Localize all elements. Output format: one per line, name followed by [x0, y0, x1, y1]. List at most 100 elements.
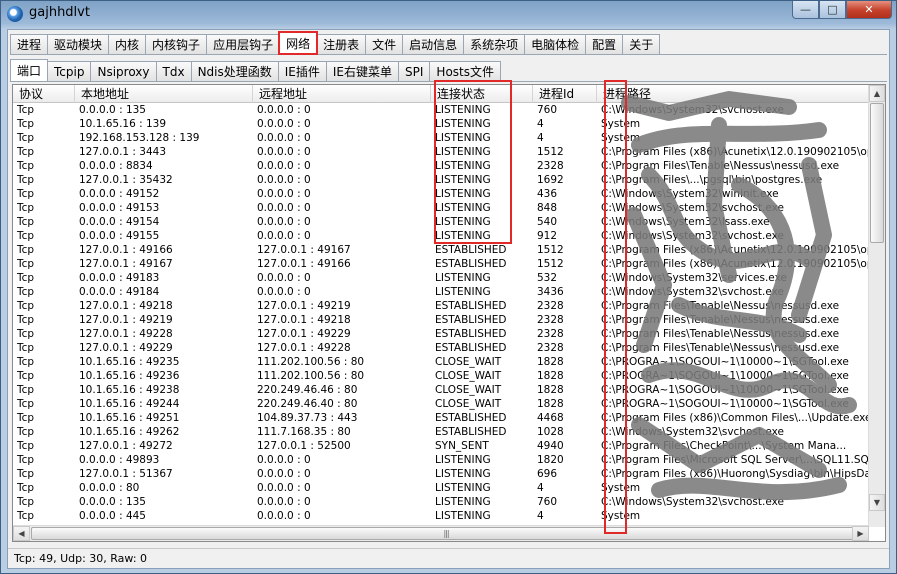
- table-cell: 1828: [537, 398, 564, 410]
- tab-4[interactable]: 应用层钩子: [206, 34, 281, 54]
- vertical-scroll-thumb[interactable]: [870, 103, 884, 243]
- table-row[interactable]: Tcp 10.1.65.16 : 49244 220.249.46.40 : 80 C…: [13, 397, 879, 411]
- table-cell: Tcp: [17, 412, 35, 424]
- table-cell: Tcp: [17, 118, 35, 130]
- table-cell: LISTENING: [435, 482, 491, 494]
- table-cell: ESTABLISHED: [435, 244, 507, 256]
- subtab-4[interactable]: Ndis处理函数: [190, 61, 279, 81]
- table-cell: C:\PROGRA~1\SOGOUI~1\10000~1\SGTool.exe: [601, 384, 849, 396]
- table-cell: Tcp: [17, 188, 35, 200]
- table-cell: Tcp: [17, 328, 35, 340]
- table-cell: LISTENING: [435, 496, 491, 508]
- table-row[interactable]: Tcp 127.0.0.1 : 49167 127.0.0.1 : 49166 EST…: [13, 257, 879, 271]
- scroll-left-icon[interactable]: ◀: [13, 526, 30, 541]
- table-row[interactable]: Tcp 127.0.0.1 : 49229 127.0.0.1 : 49228 EST…: [13, 341, 879, 355]
- table-row[interactable]: Tcp 10.1.65.16 : 139 0.0.0.0 : 0 LISTENING 4…: [13, 117, 879, 131]
- table-row[interactable]: Tcp 0.0.0.0 : 49154 0.0.0.0 : 0 LISTENING 54…: [13, 215, 879, 229]
- vertical-scrollbar[interactable]: ▲ ▼: [868, 85, 885, 527]
- table-cell: ESTABLISHED: [435, 342, 507, 354]
- subtab-8[interactable]: Hosts文件: [429, 61, 501, 81]
- horizontal-scroll-thumb[interactable]: |||: [31, 527, 861, 540]
- maximize-button[interactable]: □: [819, 1, 846, 19]
- subtab-7[interactable]: SPI: [398, 61, 431, 81]
- table-row[interactable]: Tcp 127.0.0.1 : 49219 127.0.0.1 : 49218 EST…: [13, 313, 879, 327]
- table-row[interactable]: Tcp 0.0.0.0 : 49183 0.0.0.0 : 0 LISTENING 53…: [13, 271, 879, 285]
- subtab-2[interactable]: Nsiproxy: [90, 61, 157, 81]
- table-row[interactable]: Tcp 127.0.0.1 : 51367 0.0.0.0 : 0 LISTENING…: [13, 467, 879, 481]
- tab-3[interactable]: 内核钩子: [145, 34, 208, 54]
- table-row[interactable]: Tcp 0.0.0.0 : 445 0.0.0.0 : 0 LISTENING 4 Sys…: [13, 509, 879, 523]
- table-row[interactable]: Tcp 0.0.0.0 : 135 0.0.0.0 : 0 LISTENING 760 C…: [13, 495, 879, 509]
- title-bar[interactable]: gajhhdlvt — □ ✕: [1, 1, 896, 27]
- subtab-3[interactable]: Tdx: [155, 61, 192, 81]
- column-header-0[interactable]: 协议: [13, 85, 75, 103]
- table-cell: 0.0.0.0 : 49184: [79, 286, 160, 298]
- tab-2[interactable]: 内核: [108, 34, 147, 54]
- column-header-4[interactable]: 进程Id: [533, 85, 597, 103]
- table-row[interactable]: Tcp 0.0.0.0 : 49184 0.0.0.0 : 0 LISTENING 34…: [13, 285, 879, 299]
- table-cell: System: [601, 510, 641, 522]
- minimize-button[interactable]: —: [792, 1, 819, 19]
- tab-6[interactable]: 注册表: [316, 34, 367, 54]
- table-row[interactable]: Tcp 0.0.0.0 : 8834 0.0.0.0 : 0 LISTENING 232…: [13, 159, 879, 173]
- column-header-2[interactable]: 远程地址: [253, 85, 431, 103]
- table-cell: 0.0.0.0 : 0: [257, 202, 311, 214]
- close-button[interactable]: ✕: [846, 1, 892, 19]
- table-row[interactable]: Tcp 10.1.65.16 : 49251 104.89.37.73 : 443 E…: [13, 411, 879, 425]
- tab-8[interactable]: 启动信息: [402, 34, 465, 54]
- scroll-down-icon[interactable]: ▼: [869, 494, 885, 511]
- tab-10[interactable]: 电脑体检: [524, 34, 587, 54]
- table-row[interactable]: Tcp 0.0.0.0 : 49152 0.0.0.0 : 0 LISTENING 43…: [13, 187, 879, 201]
- table-row[interactable]: Tcp 10.1.65.16 : 49236 111.202.100.56 : 80…: [13, 369, 879, 383]
- table-cell: LISTENING: [435, 160, 491, 172]
- table-row[interactable]: Tcp 0.0.0.0 : 80 0.0.0.0 : 0 LISTENING 4 Syst…: [13, 481, 879, 495]
- table-cell: Tcp: [17, 454, 35, 466]
- table-row[interactable]: Tcp 0.0.0.0 : 49153 0.0.0.0 : 0 LISTENING 84…: [13, 201, 879, 215]
- table-cell: C:\Program Files\Tenable\Nessus\nessusd.…: [601, 328, 840, 340]
- table-row[interactable]: Tcp 192.168.153.128 : 139 0.0.0.0 : 0 LISTE…: [13, 131, 879, 145]
- tab-12[interactable]: 关于: [622, 34, 661, 54]
- table-row[interactable]: Tcp 127.0.0.1 : 35432 0.0.0.0 : 0 LISTENING…: [13, 173, 879, 187]
- app-icon: [7, 6, 23, 22]
- table-row[interactable]: Tcp 0.0.0.0 : 135 0.0.0.0 : 0 LISTENING 760 C…: [13, 103, 879, 117]
- table-row[interactable]: Tcp 127.0.0.1 : 49218 127.0.0.1 : 49219 EST…: [13, 299, 879, 313]
- subtab-0[interactable]: 端口: [10, 59, 49, 81]
- table-cell: ESTABLISHED: [435, 412, 507, 424]
- table-row[interactable]: Tcp 10.1.65.16 : 49238 220.249.46.46 : 80 C…: [13, 383, 879, 397]
- column-header-5[interactable]: 进程路径: [597, 85, 879, 103]
- table-row[interactable]: Tcp 127.0.0.1 : 49228 127.0.0.1 : 49229 EST…: [13, 327, 879, 341]
- table-cell: C:\Program Files\Microsoft SQL Server\..…: [601, 454, 879, 466]
- scroll-right-icon[interactable]: ▶: [852, 526, 869, 541]
- table-row[interactable]: Tcp 127.0.0.1 : 3443 0.0.0.0 : 0 LISTENING 1…: [13, 145, 879, 159]
- table-cell: 912: [537, 230, 558, 242]
- tab-5[interactable]: 网络: [278, 31, 319, 55]
- table-cell: C:\Program Files\Tenable\Nessus\nessusd.…: [601, 300, 840, 312]
- table-cell: C:\Program Files\Tenable\Nessus\nessusd.…: [601, 314, 840, 326]
- table-cell: 0.0.0.0 : 135: [79, 496, 146, 508]
- tab-0[interactable]: 进程: [10, 34, 49, 54]
- tab-9[interactable]: 系统杂项: [463, 34, 526, 54]
- table-row[interactable]: Tcp 0.0.0.0 : 49155 0.0.0.0 : 0 LISTENING 91…: [13, 229, 879, 243]
- column-header-3[interactable]: 连接状态: [431, 85, 533, 103]
- status-bar: Tcp: 49, Udp: 30, Raw: 0: [8, 548, 889, 568]
- table-cell: C:\PROGRA~1\SOGOUI~1\10000~1\SGTool.exe: [601, 370, 849, 382]
- subtab-1[interactable]: Tcpip: [47, 61, 92, 81]
- main-tab-bar: 进程 驱动模块 内核 内核钩子 应用层钩子 网络 注册表 文件 启动信息 系统杂项 电脑体检 配置 关于: [10, 31, 661, 55]
- horizontal-scrollbar[interactable]: ◀ ||| ▶: [13, 525, 869, 541]
- subtab-6[interactable]: IE右键菜单: [325, 61, 400, 81]
- table-cell: 0.0.0.0 : 49893: [79, 454, 160, 466]
- scroll-up-icon[interactable]: ▲: [869, 85, 885, 102]
- table-cell: Tcp: [17, 482, 35, 494]
- tab-11[interactable]: 配置: [585, 34, 624, 54]
- tab-7[interactable]: 文件: [365, 34, 404, 54]
- column-header-1[interactable]: 本地地址: [75, 85, 253, 103]
- table-row[interactable]: Tcp 0.0.0.0 : 49893 0.0.0.0 : 0 LISTENING 18…: [13, 453, 879, 467]
- table-row[interactable]: Tcp 127.0.0.1 : 49166 127.0.0.1 : 49167 EST…: [13, 243, 879, 257]
- subtab-5[interactable]: IE插件: [277, 61, 327, 81]
- table-cell: 127.0.0.1 : 51367: [79, 468, 173, 480]
- table-cell: Tcp: [17, 370, 35, 382]
- table-row[interactable]: Tcp 10.1.65.16 : 49262 111.7.168.35 : 80 ES…: [13, 425, 879, 439]
- table-row[interactable]: Tcp 127.0.0.1 : 49272 127.0.0.1 : 52500 SYN…: [13, 439, 879, 453]
- table-row[interactable]: Tcp 10.1.65.16 : 49235 111.202.100.56 : 80…: [13, 355, 879, 369]
- tab-1[interactable]: 驱动模块: [47, 34, 110, 54]
